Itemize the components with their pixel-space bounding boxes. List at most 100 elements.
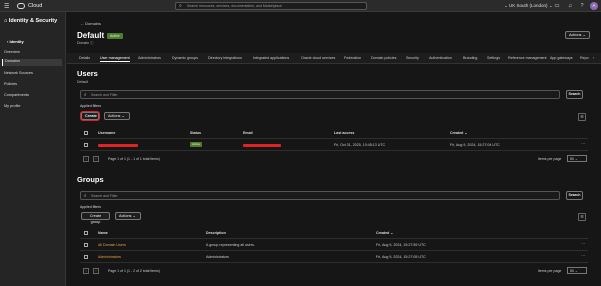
group-row-checkbox[interactable] [84, 243, 88, 247]
cloud-shell-icon[interactable]: ▭ [553, 2, 561, 10]
sidebar-item-domains[interactable]: Domains [2, 59, 62, 66]
oracle-logo[interactable] [17, 3, 25, 9]
group-row-checkbox[interactable] [84, 255, 88, 259]
actions-button-label: Actions [569, 33, 582, 37]
groups-search-placeholder: Search and Filter [91, 194, 118, 198]
top-bar: ☰ Cloud ⌕ Search resources, services, do… [0, 0, 601, 12]
user-row-menu-icon[interactable]: ⋯ [581, 141, 586, 147]
users-col-username[interactable]: Username [98, 131, 115, 135]
group-row-menu-icon[interactable]: ⋯ [581, 253, 586, 259]
user-last-access: Fri, Oct 31, 2025, 10:45:13 UTC [334, 143, 386, 147]
users-col-created[interactable]: Created ⌄ [450, 131, 467, 135]
tab-repo[interactable]: Repo [580, 56, 589, 60]
users-pagination: Page 1 of 1 (1 - 1 of 1 total items) [108, 157, 160, 161]
tab-administrators[interactable]: Administrators [138, 56, 161, 60]
groups-search-button[interactable]: Search [566, 191, 583, 200]
group-description: Administrators [206, 255, 229, 259]
divider [80, 138, 588, 139]
group-name-link[interactable]: Administrators [98, 255, 121, 259]
info-icon[interactable]: ⓘ [90, 41, 94, 45]
region-label: UK South (London) [509, 2, 548, 8]
next-page-icon[interactable]: › [93, 268, 99, 274]
tab-domain-policies[interactable]: Domain policies [371, 56, 396, 60]
username-redacted[interactable] [98, 144, 138, 147]
sidebar-item-compartments[interactable]: Compartments [4, 93, 64, 100]
domain-type-label: Domain [77, 41, 90, 45]
user-created: Fri, Aug 9, 2024, 15:27:04 UTC [450, 143, 500, 147]
users-actions-label: Actions [108, 114, 121, 118]
users-actions-button[interactable]: Actions ⌄ [104, 112, 130, 120]
create-user-button[interactable]: Create [80, 111, 100, 121]
avatar[interactable]: A [590, 2, 598, 10]
sidebar-item-network-sources[interactable]: Network Sources [4, 71, 64, 78]
sidebar-back-label: Identity [9, 39, 24, 44]
users-per-page-label: Items per page [538, 157, 562, 161]
prev-page-icon[interactable]: ‹ [83, 268, 89, 274]
group-name-link[interactable]: All Domain Users [98, 243, 126, 247]
tab-federation[interactable]: Federation [344, 56, 361, 60]
groups-heading: Groups [77, 175, 104, 184]
tab-details[interactable]: Details [79, 56, 90, 60]
tab-app-gateways[interactable]: App gateways [550, 56, 573, 60]
users-applied-filters: Applied filters [80, 104, 102, 108]
divider [80, 262, 588, 263]
groups-search-input[interactable]: ⌕ Search and Filter [80, 191, 560, 200]
groups-col-created[interactable]: Created ⌄ [376, 231, 393, 235]
tab-settings[interactable]: Settings [487, 56, 500, 60]
tab-integrated-applications[interactable]: Integrated applications [253, 56, 289, 60]
groups-col-created-label: Created [376, 231, 390, 235]
tab-dynamic-groups[interactable]: Dynamic groups [172, 56, 198, 60]
tab-user-management[interactable]: User management [100, 56, 130, 62]
tab-branding[interactable]: Branding [463, 56, 477, 60]
home-icon[interactable]: ⌂ [4, 18, 7, 24]
search-icon: ⌕ [179, 3, 182, 9]
breadcrumb-label: Domains [85, 21, 101, 26]
sidebar-item-policies[interactable]: Policies [4, 82, 64, 89]
group-row-menu-icon[interactable]: ⋯ [581, 241, 586, 247]
user-row-checkbox[interactable] [84, 143, 88, 147]
chevron-right-icon[interactable]: › [593, 56, 594, 60]
users-col-created-label: Created [450, 131, 464, 135]
brand-label: Cloud [28, 2, 43, 9]
region-selector[interactable]: ⌄ UK South (London) ⌄ [504, 3, 553, 9]
users-col-email: Email [243, 131, 253, 135]
notification-icon[interactable]: ♫ [566, 2, 574, 10]
users-per-page-value: 50 [570, 157, 574, 161]
group-created: Fri, Aug 9, 2024, 15:27:05 UTC [376, 255, 426, 259]
groups-per-page-label: Items per page [538, 269, 562, 273]
actions-button[interactable]: Actions ⌄ [565, 31, 590, 39]
help-icon[interactable]: ? [578, 2, 586, 10]
users-table-settings-icon[interactable]: ☰ [578, 113, 586, 121]
breadcrumb[interactable]: ← Domains [80, 21, 101, 26]
main-content: ← Domains Default Active Domain ⓘ Action… [67, 12, 601, 286]
users-select-all-checkbox[interactable] [84, 131, 88, 135]
menu-icon[interactable]: ☰ [4, 3, 9, 10]
tab-oracle-cloud-services[interactable]: Oracle cloud services [301, 56, 335, 60]
groups-table-settings-icon[interactable]: ☰ [578, 213, 586, 221]
users-search-button[interactable]: Search [566, 90, 583, 99]
tab-authentication[interactable]: Authentication [429, 56, 452, 60]
status-badge: Active [107, 33, 123, 39]
next-page-icon[interactable]: › [93, 156, 99, 162]
global-search-input[interactable]: ⌕ Search resources, services, documentat… [175, 2, 367, 10]
create-group-button[interactable]: Create group [81, 212, 110, 224]
sidebar-back-identity[interactable]: ‹ Identity [7, 39, 24, 44]
tab-security[interactable]: Security [406, 56, 419, 60]
users-per-page-select[interactable]: 50 ⌄ [567, 155, 587, 162]
tab-reference-management[interactable]: Reference management [508, 56, 547, 60]
user-status-badge: Active [190, 142, 203, 147]
sidebar-title: ⌂ Identity & Security [4, 18, 57, 24]
sidebar-item-overview[interactable]: Overview [4, 50, 64, 57]
groups-actions-button[interactable]: Actions ⌄ [115, 212, 141, 220]
users-subtitle: Default [77, 80, 89, 84]
search-icon: ⌕ [84, 92, 87, 97]
email-redacted [243, 144, 281, 147]
groups-select-all-checkbox[interactable] [84, 231, 88, 235]
prev-page-icon[interactable]: ‹ [83, 156, 89, 162]
groups-pagination: Page 1 of 1 (1 - 2 of 2 total items) [108, 269, 160, 273]
sidebar-item-my-profile[interactable]: My profile [4, 104, 64, 111]
tab-directory-integrations[interactable]: Directory integrations [208, 56, 242, 60]
groups-col-name: Name [98, 231, 108, 235]
groups-per-page-select[interactable]: 50 ⌄ [567, 267, 587, 274]
users-search-input[interactable]: ⌕ Search and Filter [80, 90, 560, 99]
